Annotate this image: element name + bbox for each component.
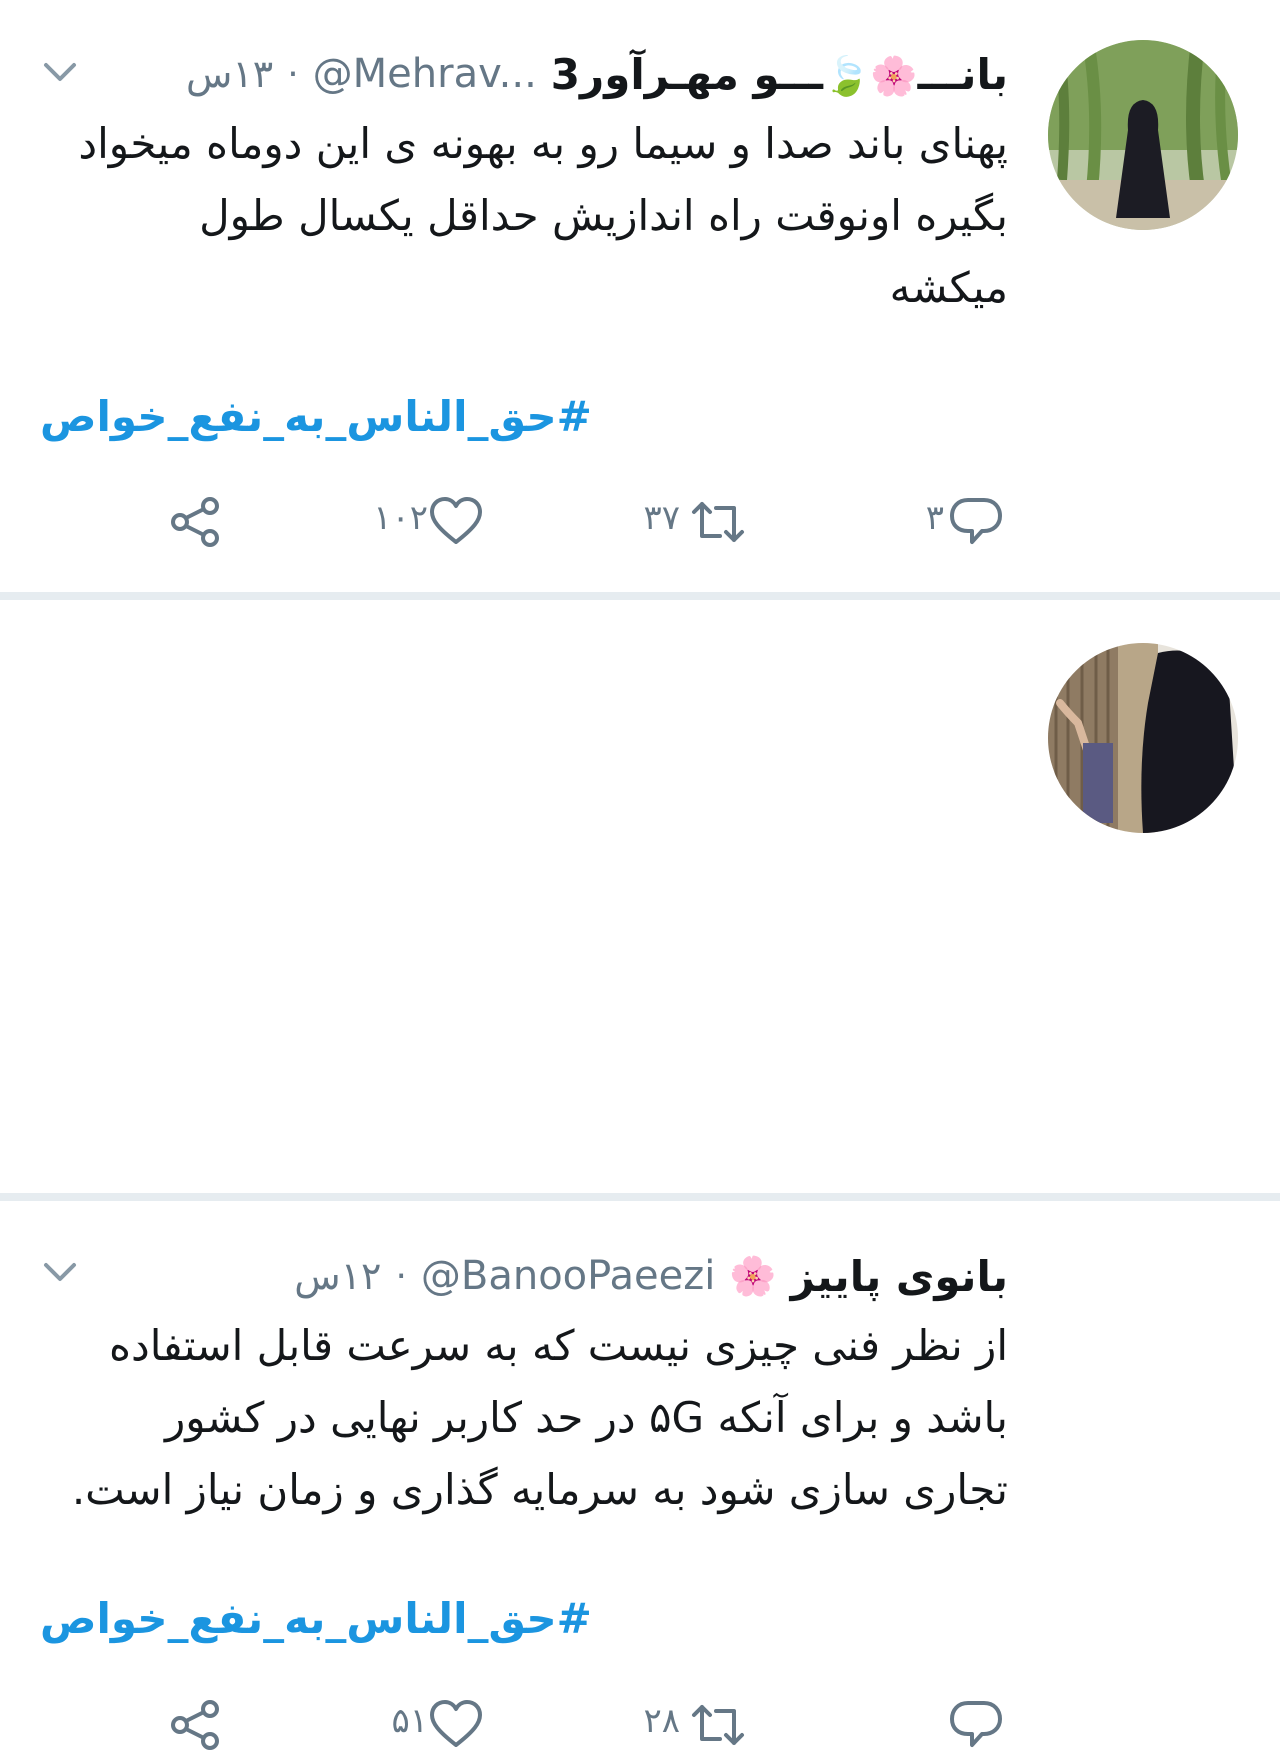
- hashtag-link[interactable]: #حق_الناس_به_نفع_خواص: [40, 392, 592, 441]
- avatar[interactable]: [1048, 643, 1238, 833]
- tweet-text: از نظر فنی چیزی نیست که به سرعت قابل است…: [71, 1321, 1008, 1514]
- retweet-count: ۲۸: [643, 1701, 680, 1741]
- like-count: ۵۱: [391, 1701, 428, 1741]
- reply-icon[interactable]: [948, 1697, 1004, 1753]
- retweet-count: ۳۷: [643, 498, 680, 538]
- avatar-image: [1048, 643, 1238, 833]
- reply-icon[interactable]: [948, 494, 1004, 550]
- meta-separator: ·: [287, 53, 299, 95]
- divider: [0, 1193, 1280, 1201]
- display-name-start: بانـــ: [917, 49, 1008, 99]
- display-name[interactable]: بانـــ🌸🍃ـــو مهـرآور3: [551, 50, 1008, 99]
- display-name[interactable]: بانوی پاییز: [791, 1252, 1008, 1301]
- flower-emoji: 🌸: [729, 1253, 777, 1298]
- action-bar: ۵۱ ۲۸: [0, 1695, 1280, 1755]
- tweet-card[interactable]: بانـــ🌸🍃ـــو مهـرآور3 @Mehrav... · ۱۳س پ…: [0, 0, 1280, 592]
- retweet-icon[interactable]: [690, 494, 746, 550]
- flower-emoji: 🌸: [870, 53, 918, 98]
- share-icon[interactable]: [168, 1697, 224, 1753]
- display-name-end: ـــو مهـرآور3: [550, 49, 823, 99]
- tweet-header: بانوی پاییز 🌸 @BanooPaeezi · ۱۲س: [120, 1248, 1008, 1304]
- action-bar: ۱۰۲ ۳۷ ۳: [0, 492, 1280, 552]
- divider: [0, 592, 1280, 600]
- chevron-down-icon[interactable]: [40, 1252, 80, 1292]
- hashtag-link[interactable]: #حق_الناس_به_نفع_خواص: [40, 1594, 592, 1643]
- timestamp[interactable]: ۱۲س: [294, 1254, 381, 1298]
- tweet-header: بانـــ🌸🍃ـــو مهـرآور3 @Mehrav... · ۱۳س: [120, 46, 1008, 102]
- tweet-card[interactable]: بانوی پاییز 🌸 @BanooPaeezi · ۱۲س از نظر …: [0, 600, 1280, 1750]
- reply-count: ۳: [925, 498, 944, 538]
- leaf-emoji: 🍃: [822, 53, 871, 98]
- chevron-down-icon[interactable]: [40, 52, 80, 92]
- timestamp[interactable]: ۱۳س: [186, 52, 273, 96]
- heart-icon[interactable]: [428, 494, 484, 550]
- user-handle[interactable]: @BanooPaeezi: [421, 1253, 715, 1299]
- share-icon[interactable]: [168, 494, 224, 550]
- like-count: ۱۰۲: [373, 498, 428, 538]
- avatar[interactable]: [1048, 40, 1238, 230]
- avatar-image: [1048, 40, 1238, 230]
- meta-separator: ·: [395, 1255, 407, 1297]
- retweet-icon[interactable]: [690, 1697, 746, 1753]
- heart-icon[interactable]: [428, 1697, 484, 1753]
- user-handle[interactable]: @Mehrav...: [313, 51, 537, 97]
- tweet-text: پهنای باند صدا و سیما رو به بهونه ی این …: [78, 119, 1008, 312]
- display-name-text: بانوی پاییز: [790, 1251, 1008, 1301]
